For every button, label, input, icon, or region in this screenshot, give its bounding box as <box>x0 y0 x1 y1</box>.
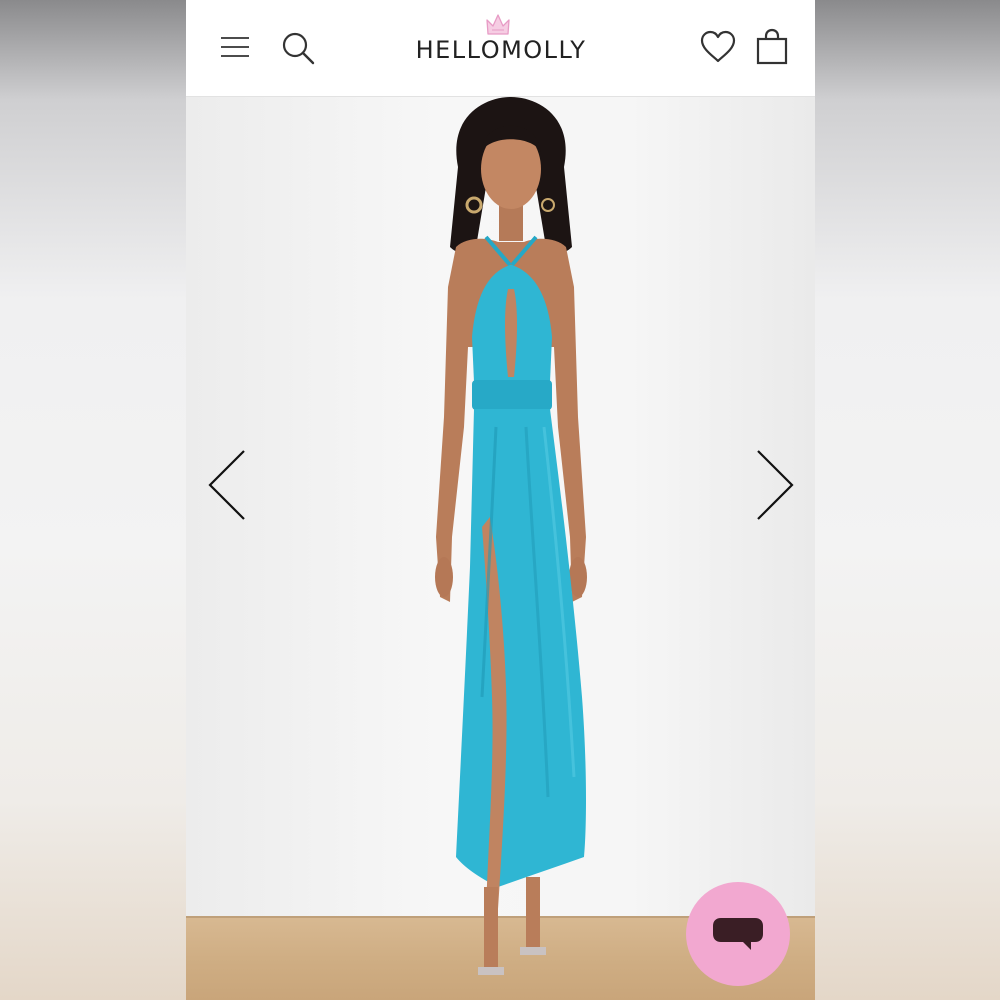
search-button[interactable] <box>278 28 318 68</box>
chevron-left-icon <box>208 450 245 520</box>
chevron-right-icon <box>757 450 794 520</box>
wishlist-button[interactable] <box>696 27 740 67</box>
next-image-button[interactable] <box>750 447 800 523</box>
product-image-gallery[interactable] <box>186 97 815 1000</box>
previous-image-button[interactable] <box>202 447 252 523</box>
menu-button[interactable] <box>216 30 254 64</box>
search-icon <box>282 32 315 65</box>
brand-name: HELLOMOLLY <box>415 36 587 64</box>
cart-button[interactable] <box>752 26 792 68</box>
chat-button[interactable] <box>686 882 790 986</box>
chat-icon <box>713 918 763 950</box>
hamburger-menu-icon <box>221 37 249 57</box>
background-blur-left <box>0 0 186 1000</box>
shopping-bag-icon <box>756 28 788 65</box>
site-header: HELLOMOLLY <box>186 0 815 97</box>
mobile-page: HELLOMOLLY <box>186 0 815 1000</box>
brand-logo[interactable]: HELLOMOLLY <box>386 12 616 82</box>
heart-icon <box>700 30 736 63</box>
background-blur-right <box>815 0 1000 1000</box>
product-photo <box>435 97 587 975</box>
